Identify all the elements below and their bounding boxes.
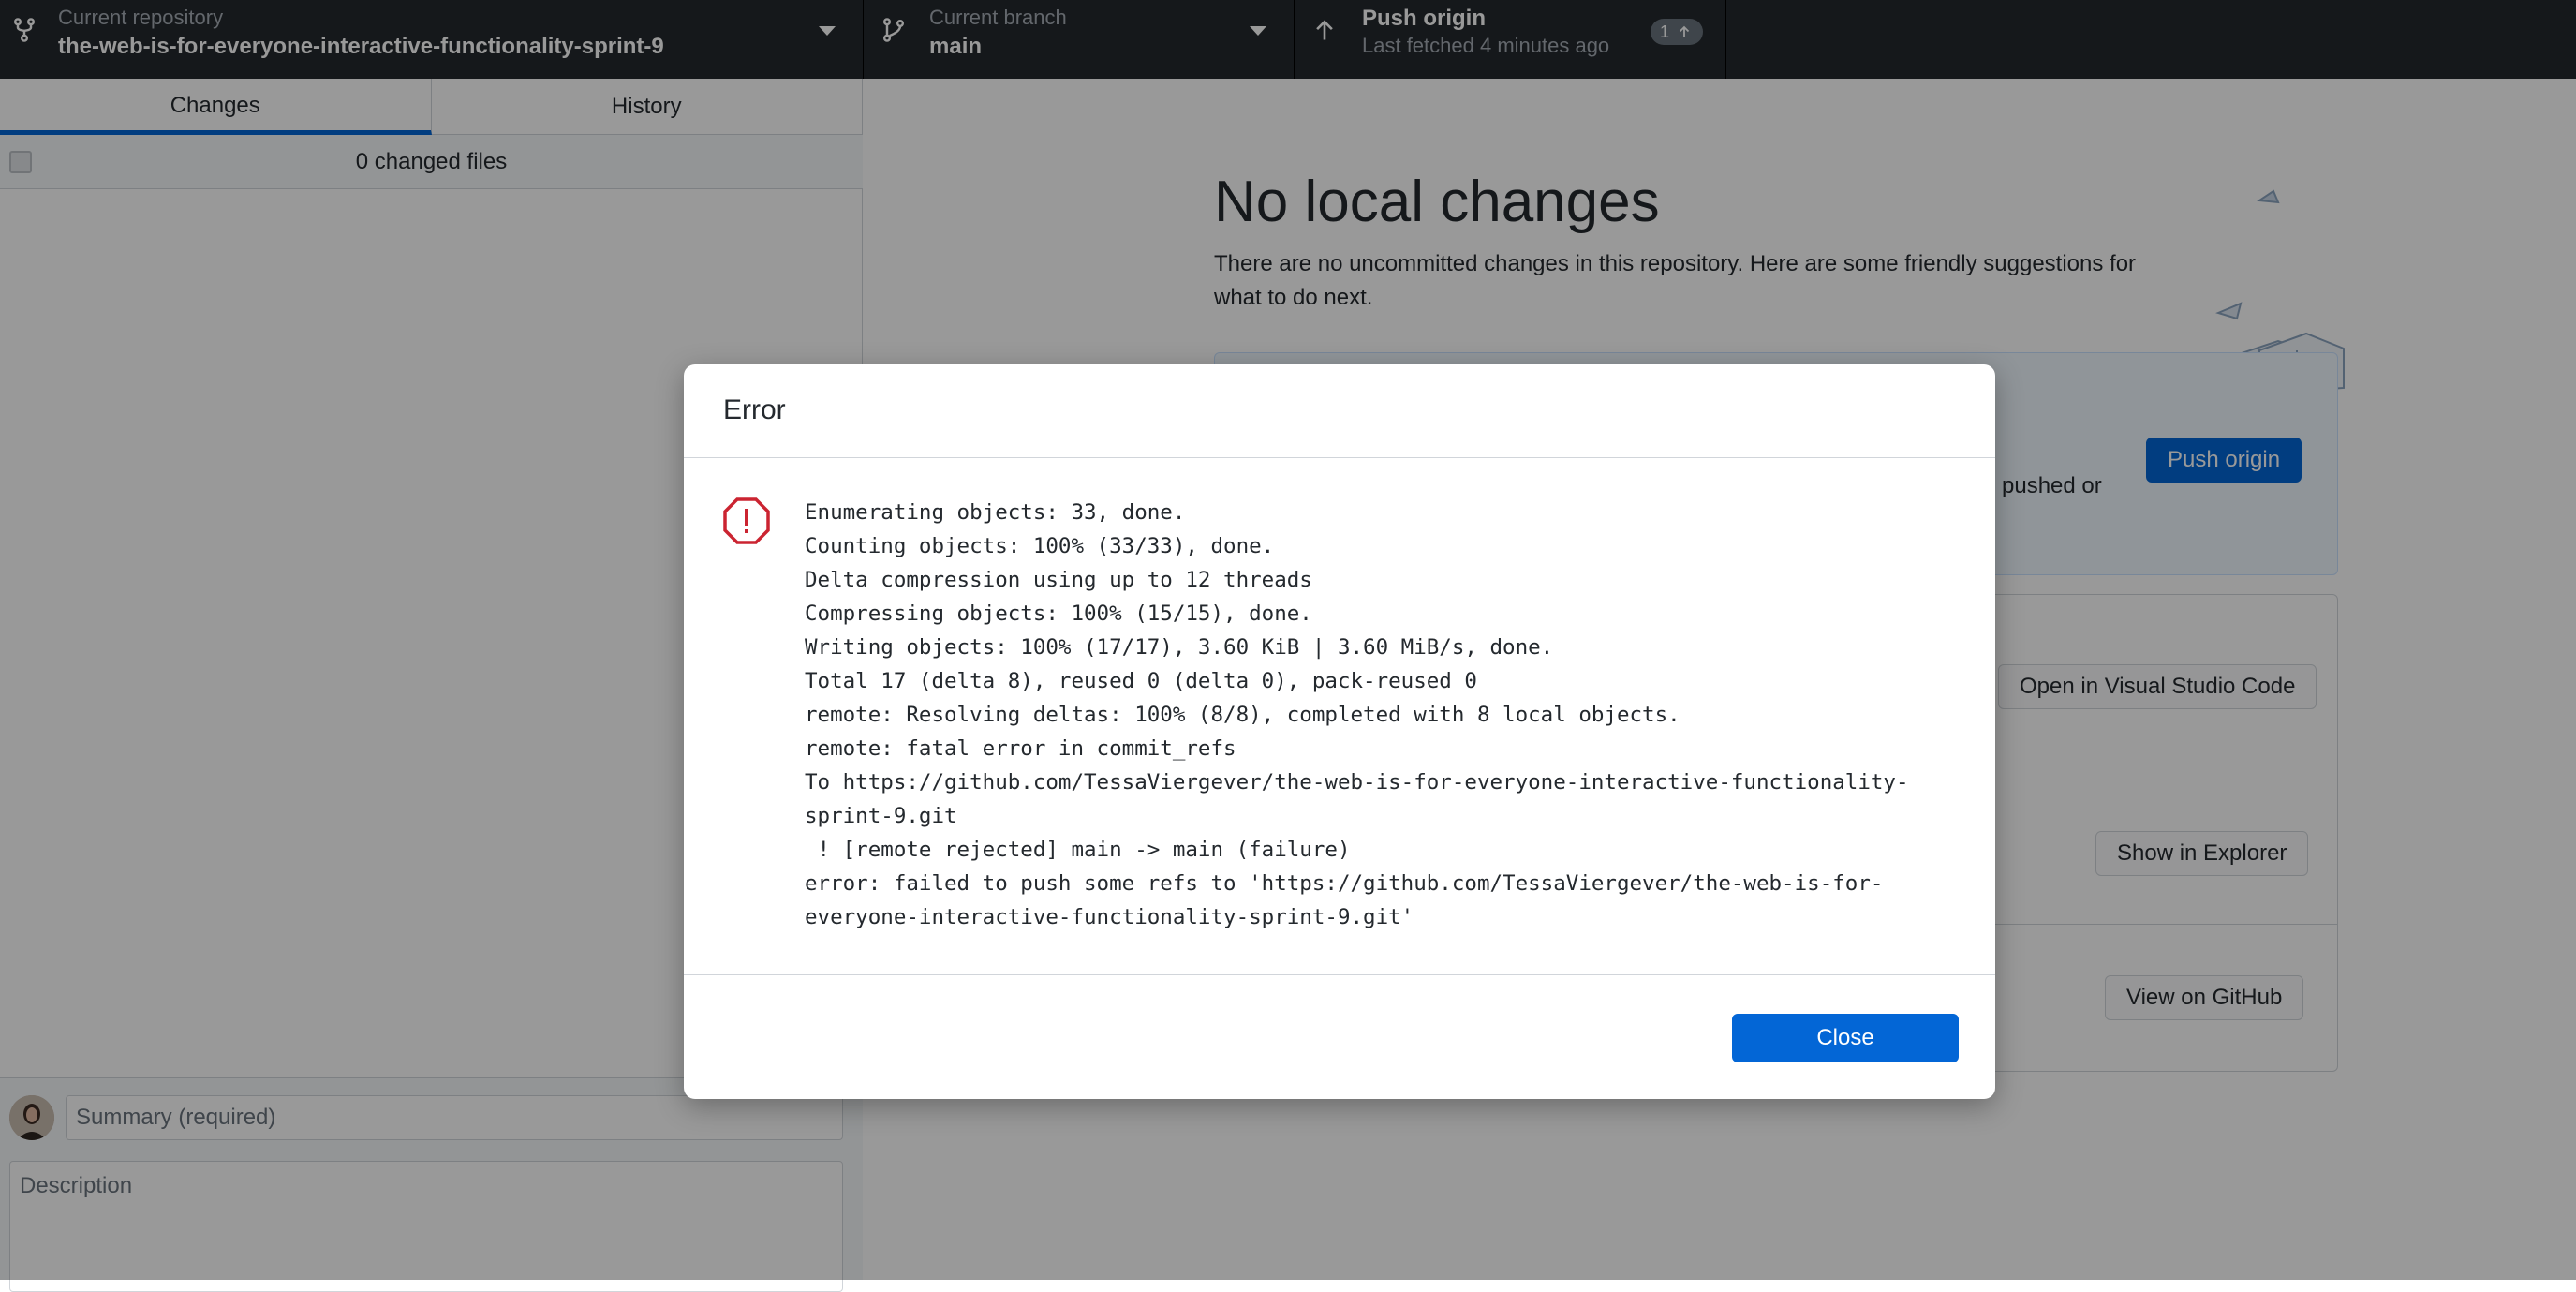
error-output-line: Writing objects: 100% (17/17), 3.60 KiB …: [805, 635, 1554, 660]
error-output-line: Delta compression using up to 12 threads: [805, 568, 1312, 592]
error-output-line: To https://github.com/TessaViergever/the…: [805, 770, 1909, 828]
error-dialog: Error Enumerating objects: 33, done. Cou…: [684, 364, 1995, 1099]
dialog-title: Error: [723, 394, 786, 425]
error-output-text: Enumerating objects: 33, done. Counting …: [805, 496, 1929, 934]
error-output-line: error: failed to push some refs to 'http…: [805, 871, 1884, 929]
error-output-line: Counting objects: 100% (33/33), done.: [805, 534, 1275, 558]
close-button[interactable]: Close: [1732, 1014, 1959, 1062]
error-output-line: Compressing objects: 100% (15/15), done.: [805, 601, 1312, 626]
error-stop-icon: [723, 497, 770, 544]
error-output-line: remote: Resolving deltas: 100% (8/8), co…: [805, 703, 1680, 727]
error-output-line: remote: fatal error in commit_refs: [805, 736, 1236, 761]
error-output-line: Enumerating objects: 33, done.: [805, 500, 1186, 525]
error-output-line: Total 17 (delta 8), reused 0 (delta 0), …: [805, 669, 1477, 693]
dialog-body: Enumerating objects: 33, done. Counting …: [684, 458, 1995, 1099]
dialog-footer-divider: [684, 974, 1995, 975]
error-output-line: ! [remote rejected] main -> main (failur…: [805, 838, 1351, 862]
dialog-header: Error: [684, 364, 1995, 458]
